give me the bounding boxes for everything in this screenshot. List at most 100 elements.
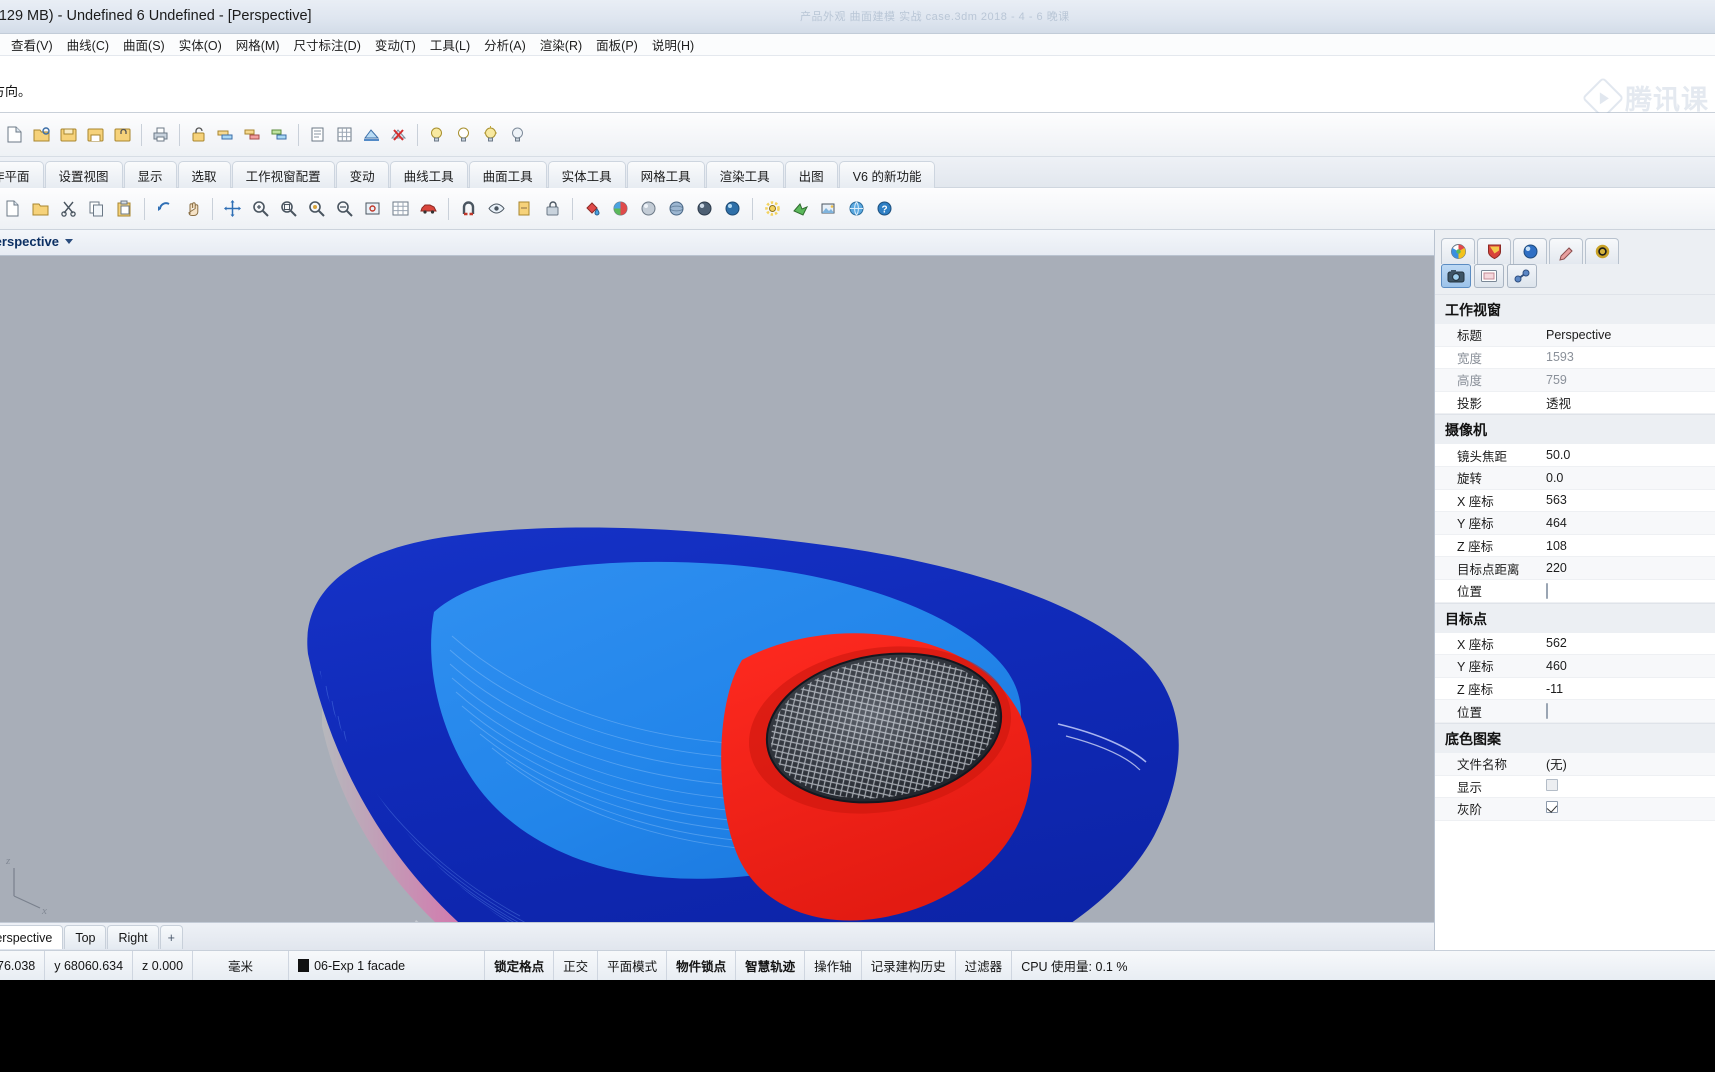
prop-row-target-distance[interactable]: 目标点距离 220 bbox=[1435, 557, 1715, 580]
menu-item-dimension[interactable]: 尺寸标注(D) bbox=[287, 33, 368, 56]
status-toggle-ortho[interactable]: 正交 bbox=[554, 950, 599, 981]
menu-item-panels[interactable]: 面板(P) bbox=[589, 33, 645, 56]
zoom-extents-icon[interactable] bbox=[332, 196, 357, 221]
notes-icon[interactable] bbox=[305, 122, 330, 147]
cut-plane-icon[interactable] bbox=[359, 122, 384, 147]
viewport-tab-add[interactable]: + bbox=[159, 925, 183, 949]
viewport-tab-top[interactable]: Top bbox=[64, 925, 107, 949]
gear-options-icon[interactable] bbox=[760, 196, 785, 221]
prop-row-camera-y[interactable]: Y 座标 464 bbox=[1435, 512, 1715, 535]
status-toggle-record-history[interactable]: 记录建构历史 bbox=[862, 950, 956, 981]
zoom-window-icon[interactable] bbox=[276, 196, 301, 221]
menu-item-tools[interactable]: 工具(L) bbox=[423, 33, 477, 56]
viewport-tab-right[interactable]: Right bbox=[107, 925, 159, 949]
move-icon[interactable] bbox=[220, 196, 245, 221]
open-folder-icon[interactable] bbox=[29, 122, 54, 147]
shade-sphere-icon[interactable] bbox=[636, 196, 661, 221]
prop-row-camera-placement[interactable]: 位置 bbox=[1435, 580, 1715, 603]
status-toggle-smarttrack[interactable]: 智慧轨迹 bbox=[736, 950, 806, 981]
light-direction-icon[interactable] bbox=[788, 196, 813, 221]
tab-display[interactable]: 显示 bbox=[123, 161, 177, 188]
camera-placement-button[interactable] bbox=[1546, 582, 1548, 599]
menu-item-view[interactable]: 查看(V) bbox=[4, 33, 60, 56]
prop-row-target-z[interactable]: Z 座标 -11 bbox=[1435, 678, 1715, 701]
frame-icon[interactable] bbox=[1474, 264, 1504, 288]
prop-row-grayscale[interactable]: 灰阶 bbox=[1435, 798, 1715, 821]
prop-row-camera-z[interactable]: Z 座标 108 bbox=[1435, 535, 1715, 558]
lock-object-icon[interactable] bbox=[540, 196, 565, 221]
tab-set-view[interactable]: 设置视图 bbox=[44, 161, 123, 188]
prop-row-camera-x[interactable]: X 座标 563 bbox=[1435, 490, 1715, 513]
menu-item-solid[interactable]: 实体(O) bbox=[172, 33, 229, 56]
menu-item-curve[interactable]: 曲线(C) bbox=[60, 33, 116, 56]
tab-curve-tools[interactable]: 曲线工具 bbox=[389, 161, 468, 188]
status-toggle-osnap[interactable]: 物件锁点 bbox=[667, 950, 737, 981]
render-color-icon[interactable] bbox=[608, 196, 633, 221]
wallpaper-show-checkbox[interactable] bbox=[1546, 778, 1558, 791]
command-area[interactable]: 方向。 腾讯课 bbox=[0, 56, 1715, 119]
undo-icon[interactable] bbox=[152, 196, 177, 221]
status-toggle-filter[interactable]: 过滤器 bbox=[956, 950, 1013, 981]
grid-icon[interactable] bbox=[388, 196, 413, 221]
zoom-target-icon[interactable] bbox=[360, 196, 385, 221]
tab-whats-new-v6[interactable]: V6 的新功能 bbox=[838, 161, 936, 188]
help-icon[interactable]: ? bbox=[872, 196, 897, 221]
prop-row-target-y[interactable]: Y 座标 460 bbox=[1435, 655, 1715, 678]
sun-icon[interactable] bbox=[1585, 238, 1619, 264]
ghosted-sphere-icon[interactable] bbox=[664, 196, 689, 221]
viewport-tab-perspective[interactable]: Perspective bbox=[0, 925, 64, 949]
paste-icon[interactable] bbox=[112, 196, 137, 221]
wallpaper-grayscale-checkbox[interactable] bbox=[1546, 801, 1558, 814]
tab-cplane[interactable]: 作平面 bbox=[0, 161, 44, 188]
menu-item-render[interactable]: 渲染(R) bbox=[533, 33, 589, 56]
save-icon[interactable] bbox=[56, 122, 81, 147]
menu-item-surface[interactable]: 曲面(S) bbox=[116, 33, 172, 56]
open-doc-icon[interactable] bbox=[28, 196, 53, 221]
tab-render-tools[interactable]: 渲染工具 bbox=[705, 161, 784, 188]
prop-row-rotation[interactable]: 旋转 0.0 bbox=[1435, 466, 1715, 490]
tab-surface-tools[interactable]: 曲面工具 bbox=[468, 161, 547, 188]
zoom-selected-icon[interactable] bbox=[304, 196, 329, 221]
light-bulb-3-icon[interactable] bbox=[478, 122, 503, 147]
globe-icon[interactable] bbox=[844, 196, 869, 221]
chain-link-icon[interactable] bbox=[1507, 264, 1537, 288]
texture-brush-icon[interactable] bbox=[1549, 238, 1583, 264]
print-icon[interactable] bbox=[148, 122, 173, 147]
status-toggle-planar[interactable]: 平面模式 bbox=[598, 950, 668, 981]
zoom-in-icon[interactable] bbox=[248, 196, 273, 221]
environment-sphere-icon[interactable] bbox=[1513, 238, 1547, 264]
status-toggle-gumball[interactable]: 操作轴 bbox=[805, 950, 862, 981]
light-bulb-4-icon[interactable] bbox=[505, 122, 530, 147]
save-as-icon[interactable] bbox=[83, 122, 108, 147]
color-wheel-icon[interactable] bbox=[1441, 238, 1475, 264]
render-setup-icon[interactable] bbox=[816, 196, 841, 221]
tab-select[interactable]: 选取 bbox=[177, 161, 231, 188]
prop-row-target-x[interactable]: X 座标 562 bbox=[1435, 633, 1715, 656]
show-icon[interactable] bbox=[512, 196, 537, 221]
status-layer[interactable]: 06-Exp 1 facade bbox=[289, 950, 486, 981]
paint-bucket-icon[interactable] bbox=[580, 196, 605, 221]
prop-row-focal-length[interactable]: 镜头焦距 50.0 bbox=[1435, 444, 1715, 467]
tab-transform[interactable]: 变动 bbox=[335, 161, 389, 188]
copy-icon[interactable] bbox=[84, 196, 109, 221]
layer-manager-icon[interactable] bbox=[267, 122, 292, 147]
light-bulb-icon[interactable] bbox=[424, 122, 449, 147]
target-placement-button[interactable] bbox=[1546, 703, 1548, 720]
layer-state-icon[interactable] bbox=[240, 122, 265, 147]
hide-icon[interactable] bbox=[484, 196, 509, 221]
menu-item-help[interactable]: 说明(H) bbox=[645, 33, 701, 56]
material-shield-icon[interactable] bbox=[1477, 238, 1511, 264]
light-bulb-2-icon[interactable] bbox=[451, 122, 476, 147]
tab-viewport-layout[interactable]: 工作视窗配置 bbox=[231, 161, 335, 188]
prop-row-title[interactable]: 标题 Perspective bbox=[1435, 324, 1715, 347]
layer-icon[interactable] bbox=[213, 122, 238, 147]
menu-item-mesh[interactable]: 网格(M) bbox=[229, 33, 287, 56]
prop-row-filename[interactable]: 文件名称 (无) bbox=[1435, 752, 1715, 776]
rendered-sphere-icon[interactable] bbox=[692, 196, 717, 221]
viewport-3d[interactable]: z x bbox=[0, 256, 1434, 922]
tab-mesh-tools[interactable]: 网格工具 bbox=[626, 161, 705, 188]
render-preview-icon[interactable] bbox=[720, 196, 745, 221]
menu-item-transform[interactable]: 变动(T) bbox=[368, 33, 423, 56]
tab-solid-tools[interactable]: 实体工具 bbox=[547, 161, 626, 188]
prop-row-target-placement[interactable]: 位置 bbox=[1435, 700, 1715, 723]
